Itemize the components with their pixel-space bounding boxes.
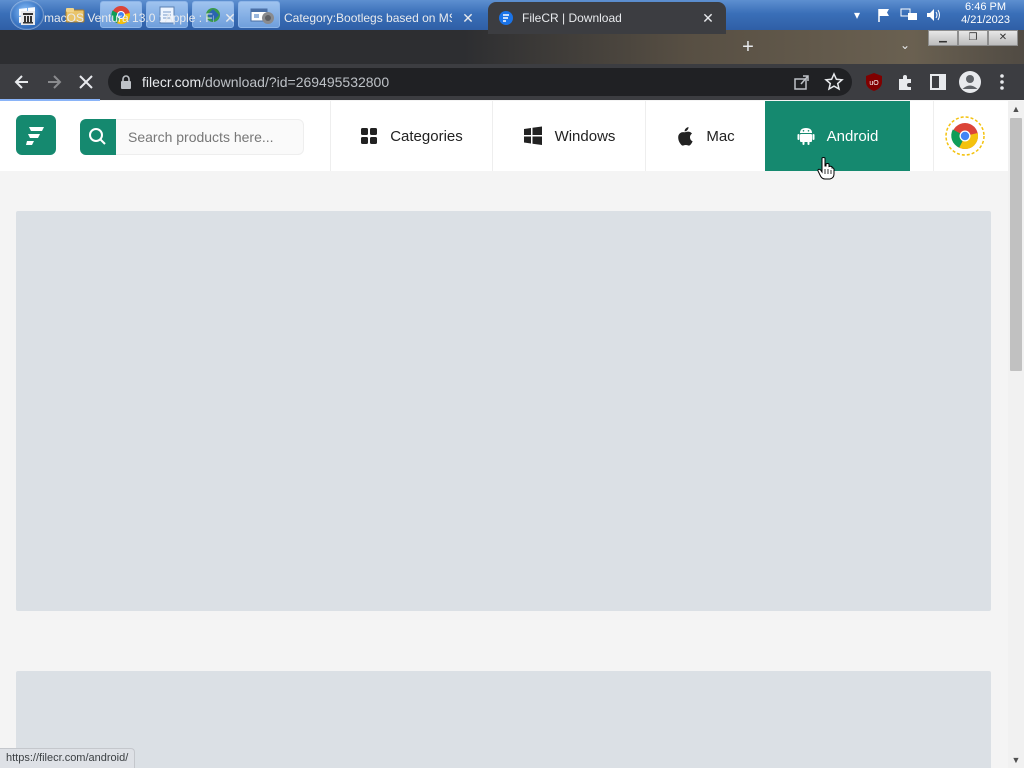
- bookmark-star-icon[interactable]: [824, 72, 844, 92]
- chrome-icon: [945, 116, 985, 156]
- system-clock[interactable]: 6:46 PM 4/21/2023: [961, 1, 1010, 27]
- back-arrow-icon[interactable]: [12, 72, 32, 92]
- apple-icon: [678, 127, 693, 146]
- window-controls: ▁ ❐ ✕: [928, 30, 1020, 46]
- archive-org-icon: [21, 11, 35, 25]
- forward-arrow-icon[interactable]: [44, 72, 64, 92]
- stop-loading-icon[interactable]: [76, 72, 96, 92]
- nav-android-label: Android: [826, 127, 879, 145]
- tab-title: Category:Bootlegs based on MS-DO: [284, 11, 452, 25]
- nav-categories[interactable]: Categories: [330, 101, 492, 171]
- lock-icon[interactable]: [120, 74, 132, 90]
- nav-mac-label: Mac: [706, 127, 735, 145]
- tab-bootlegs-category[interactable]: Category:Bootlegs based on MS-DO ✕: [250, 2, 486, 34]
- svg-text:uO: uO: [869, 80, 879, 87]
- volume-icon[interactable]: [925, 0, 941, 30]
- search-icon: [89, 128, 106, 145]
- filecr-logo[interactable]: [16, 115, 56, 155]
- scroll-down-arrow-icon[interactable]: ▼: [1008, 752, 1024, 768]
- action-center-flag-icon[interactable]: [876, 0, 892, 30]
- scrollbar-thumb[interactable]: [1010, 118, 1022, 371]
- tab-filecr-download[interactable]: FileCR | Download ✕: [488, 2, 726, 34]
- maximize-button[interactable]: ❐: [958, 30, 988, 46]
- tab-title: FileCR | Download: [522, 11, 622, 25]
- close-tab-icon[interactable]: ✕: [460, 10, 476, 26]
- scroll-up-arrow-icon[interactable]: ▲: [1008, 101, 1024, 117]
- windows-logo-icon: [523, 126, 542, 145]
- url-host: filecr.com: [142, 74, 202, 90]
- hand-cursor-icon: [817, 157, 835, 180]
- wiki-icon: [262, 12, 274, 24]
- nav-chrome-extensions[interactable]: [933, 101, 1008, 171]
- share-icon[interactable]: [792, 73, 812, 93]
- new-tab-button[interactable]: +: [736, 36, 760, 58]
- search-input[interactable]: [116, 119, 304, 155]
- grid-icon: [361, 128, 378, 144]
- network-tray-icon[interactable]: [900, 0, 918, 30]
- profile-avatar-icon[interactable]: [958, 70, 982, 94]
- page-scrollbar[interactable]: ▲ ▼: [1008, 101, 1024, 768]
- content-placeholder: [16, 211, 991, 611]
- close-window-button[interactable]: ✕: [988, 30, 1018, 46]
- url-text[interactable]: filecr.com/download/?id=269495532800: [142, 72, 389, 92]
- nav-windows-label: Windows: [554, 127, 616, 145]
- site-header: Categories Windows Mac Android: [0, 101, 1008, 171]
- browser-tabstrip: [0, 30, 1024, 64]
- url-path: /download/?id=269495532800: [201, 74, 390, 90]
- tab-macos-ventura[interactable]: macOS Ventura 13.0 : Apple : Free ✕: [10, 2, 248, 34]
- link-status-bubble: https://filecr.com/android/: [0, 748, 136, 768]
- nav-android[interactable]: Android: [765, 101, 910, 171]
- page-content: Categories Windows Mac Android: [0, 101, 1008, 768]
- show-hidden-icons-chevron-icon[interactable]: ▾: [854, 0, 860, 30]
- filecr-logo-icon: [26, 127, 44, 145]
- clock-date: 4/21/2023: [961, 14, 1010, 26]
- minimize-button[interactable]: ▁: [928, 30, 958, 46]
- nav-mac[interactable]: Mac: [645, 101, 765, 171]
- side-panel-icon[interactable]: [928, 72, 948, 92]
- kebab-menu-icon[interactable]: [992, 72, 1012, 92]
- content-placeholder: [16, 671, 991, 768]
- tab-search-chevron-icon[interactable]: ⌄: [896, 38, 914, 56]
- android-icon: [797, 128, 815, 145]
- tab-title: macOS Ventura 13.0 : Apple : Free: [44, 11, 214, 25]
- filecr-icon: [499, 11, 513, 25]
- ublock-icon[interactable]: uO: [864, 72, 884, 92]
- close-tab-icon[interactable]: ✕: [222, 10, 238, 26]
- nav-windows[interactable]: Windows: [492, 101, 645, 171]
- search-button[interactable]: [80, 119, 116, 155]
- clock-time: 6:46 PM: [965, 1, 1007, 13]
- puzzle-icon[interactable]: [896, 72, 916, 92]
- close-tab-icon[interactable]: ✕: [700, 10, 716, 26]
- nav-categories-label: Categories: [390, 127, 463, 145]
